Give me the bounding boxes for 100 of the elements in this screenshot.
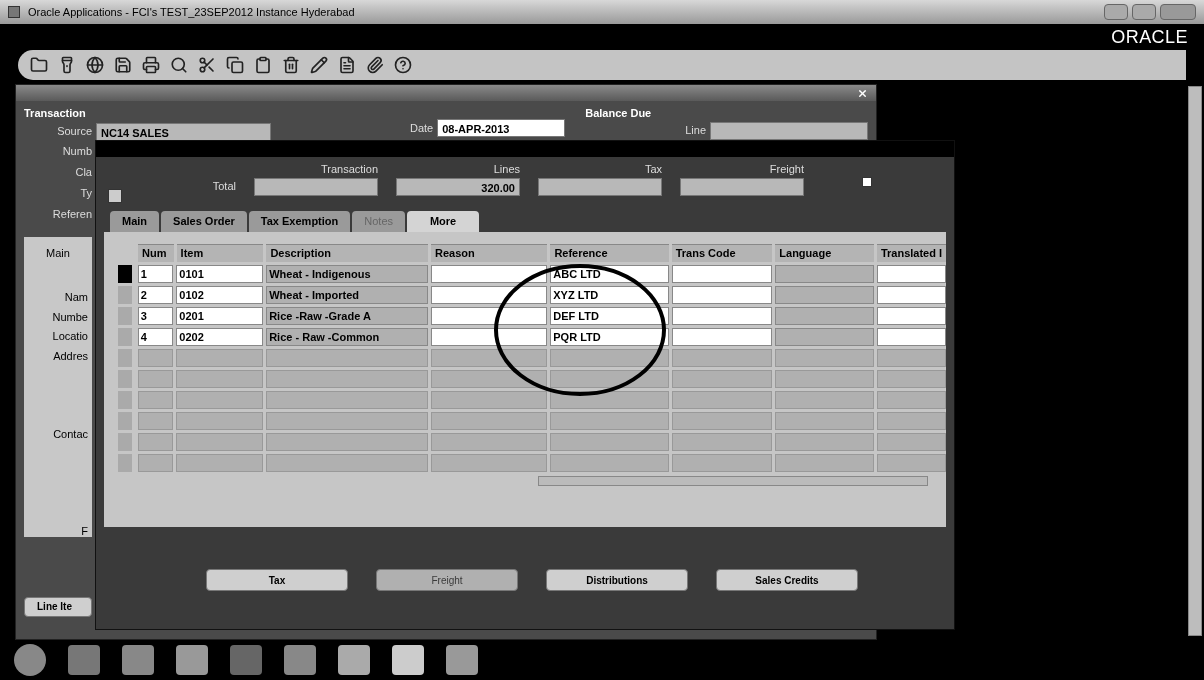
grid-cell[interactable]: 4	[137, 328, 174, 346]
total-field[interactable]	[254, 177, 378, 196]
grid-cell[interactable]: 3	[137, 307, 174, 325]
grid-cell[interactable]: DEF LTD	[550, 307, 669, 325]
column-header: Num	[138, 244, 174, 262]
save-icon[interactable]	[114, 56, 132, 74]
grid-cell[interactable]	[430, 307, 548, 325]
grid-cell	[876, 349, 946, 367]
search-icon[interactable]	[170, 56, 188, 74]
current-record-marker[interactable]	[118, 286, 132, 304]
help-icon[interactable]	[394, 56, 412, 74]
document-icon[interactable]	[338, 56, 356, 74]
grid-cell[interactable]: 0102	[176, 286, 264, 304]
record-marker[interactable]	[118, 412, 132, 430]
record-marker[interactable]	[118, 391, 132, 409]
field-label: F	[80, 523, 89, 539]
source-field[interactable]: NC14 SALES	[96, 122, 271, 141]
grid-cell	[137, 349, 174, 367]
minimize-button[interactable]	[1104, 4, 1128, 20]
current-record-marker[interactable]	[118, 265, 132, 283]
grid-cell[interactable]	[430, 286, 548, 304]
column-header: Description	[266, 244, 429, 262]
grid-cell	[876, 391, 946, 409]
column-heading: Tax	[644, 162, 662, 177]
scissors-icon[interactable]	[198, 56, 216, 74]
grid-cell[interactable]	[876, 328, 946, 346]
grid-cell[interactable]: PQR LTD	[550, 328, 669, 346]
close-button[interactable]	[1160, 4, 1196, 20]
action-button[interactable]: Sales Credits	[716, 569, 858, 591]
clipboard-icon[interactable]	[254, 56, 272, 74]
tab[interactable]: Main	[110, 211, 160, 232]
record-marker[interactable]	[118, 454, 132, 472]
section-heading: Transaction	[24, 106, 87, 121]
grid-cell[interactable]	[876, 286, 946, 304]
balance-line-field[interactable]	[710, 121, 868, 140]
column-header: Reference	[550, 244, 669, 262]
scrollbar[interactable]	[1188, 86, 1202, 636]
column-header: Item	[176, 244, 264, 262]
trans-code-field[interactable]	[671, 265, 773, 283]
app-icon	[8, 6, 20, 18]
action-button[interactable]: Tax	[206, 569, 348, 591]
copy-icon[interactable]	[226, 56, 244, 74]
field-label: Date	[409, 120, 434, 136]
field-label: Source	[56, 124, 92, 140]
grid-cell[interactable]	[671, 328, 773, 346]
grid-cell[interactable]: 0201	[176, 307, 264, 325]
start-button[interactable]	[14, 644, 46, 676]
action-button[interactable]: Distributions	[546, 569, 688, 591]
field-label: Contac	[52, 427, 89, 442]
date-field[interactable]: 08-APR-2013	[437, 119, 566, 137]
grid-cell: Wheat - Indigenous	[266, 265, 428, 283]
grid-cell	[137, 391, 174, 409]
tab[interactable]: More	[407, 211, 479, 232]
grid-cell[interactable]	[671, 286, 773, 304]
trash-icon[interactable]	[282, 56, 300, 74]
printer-icon[interactable]	[142, 56, 160, 74]
grid-cell[interactable]: 0202	[176, 328, 264, 346]
total-field[interactable]	[680, 177, 804, 196]
record-marker[interactable]	[118, 349, 132, 367]
grid-cell[interactable]: 0101	[176, 265, 264, 283]
column-heading: Transaction	[320, 162, 378, 177]
grid-cell	[876, 454, 946, 472]
current-record-marker[interactable]	[118, 328, 132, 346]
field-label: Line	[685, 123, 706, 139]
field-label: Referen	[51, 206, 92, 222]
column-header: Reason	[431, 244, 548, 262]
panel-title: Main	[45, 245, 71, 261]
line-items-button[interactable]: Line Ite	[24, 596, 92, 617]
close-icon[interactable]	[857, 87, 868, 99]
grid-cell	[137, 412, 174, 430]
current-record-marker[interactable]	[118, 307, 132, 325]
grid-cell	[876, 433, 946, 451]
grid-cell[interactable]	[876, 307, 946, 325]
horizontal-scrollbar[interactable]	[538, 476, 928, 486]
grid-cell	[137, 370, 174, 388]
tab[interactable]: Tax Exemption	[248, 211, 351, 232]
field-label: Numb	[61, 143, 92, 159]
grid-cell[interactable]	[671, 307, 773, 325]
field-label: Nam	[63, 290, 89, 305]
field-label: Numbe	[51, 309, 89, 325]
maximize-button[interactable]	[1132, 4, 1156, 20]
total-field[interactable]	[538, 177, 662, 196]
pencil-icon[interactable]	[310, 56, 328, 74]
grid-cell	[876, 412, 946, 430]
grid-cell[interactable]	[430, 328, 548, 346]
grid-cell[interactable]: 2	[137, 286, 174, 304]
field-label: Addres	[52, 348, 89, 364]
grid-cell[interactable]	[876, 265, 946, 283]
total-field[interactable]: 320.00	[396, 177, 520, 196]
total-label: Total	[211, 179, 236, 194]
grid-cell[interactable]	[430, 265, 548, 283]
section-heading: Balance Due	[585, 106, 653, 121]
record-marker[interactable]	[118, 433, 132, 451]
tab[interactable]: Sales Order	[161, 211, 247, 232]
record-marker[interactable]	[118, 370, 132, 388]
globe-icon[interactable]	[86, 56, 104, 74]
paperclip-icon[interactable]	[366, 56, 384, 74]
grid-cell[interactable]: 1	[137, 265, 174, 283]
grid-cell[interactable]: XYZ LTD	[550, 286, 669, 304]
field-label: Ty	[79, 185, 92, 201]
